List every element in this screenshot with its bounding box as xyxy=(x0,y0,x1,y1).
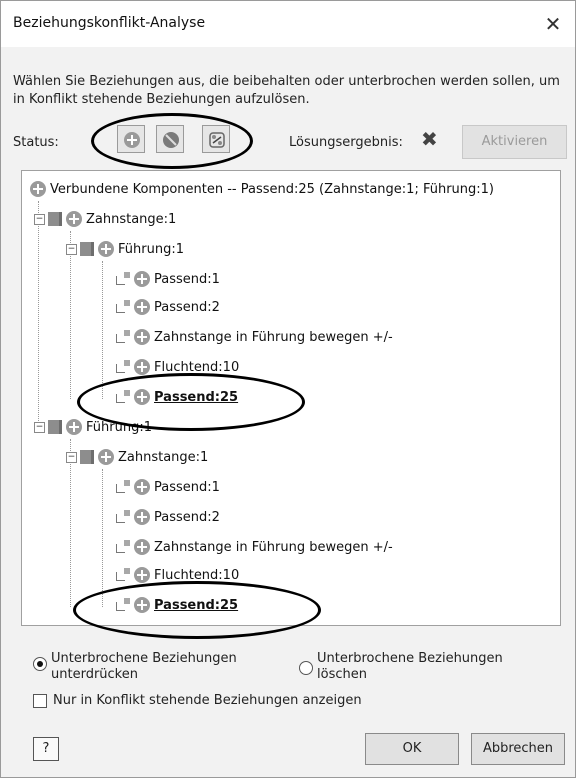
tree-item[interactable]: Zahnstange in Führung bewegen +/- xyxy=(114,535,393,559)
plus-icon xyxy=(98,449,114,465)
plus-icon xyxy=(134,479,150,495)
collapse-icon[interactable]: − xyxy=(66,244,77,255)
instruction-text: Wählen Sie Beziehungen aus, die beibehal… xyxy=(13,74,560,107)
collapse-icon[interactable]: − xyxy=(66,452,77,463)
constraint-icon xyxy=(114,359,130,375)
conflict-x-icon: ✖ xyxy=(421,127,438,151)
tree-item[interactable]: Passend:2 xyxy=(114,505,220,529)
tree-item-label: Zahnstange in Führung bewegen +/- xyxy=(154,329,393,345)
tree-item-label: Passend:1 xyxy=(154,479,220,495)
suppress-broken-radio[interactable] xyxy=(33,657,47,671)
part-icon xyxy=(48,420,62,434)
plus-icon xyxy=(66,211,82,227)
status-highlight-ellipse xyxy=(91,113,253,169)
plus-icon xyxy=(134,299,150,315)
tree-line xyxy=(38,201,39,429)
relationship-conflict-dialog: Beziehungskonflikt-Analyse ✕ Wählen Sie … xyxy=(0,0,576,778)
plus-icon xyxy=(134,271,150,287)
collapse-icon[interactable]: − xyxy=(34,422,45,433)
conflict-only-label: Nur in Konflikt stehende Beziehungen anz… xyxy=(53,693,362,708)
tree-item-label: Passend:2 xyxy=(154,299,220,315)
tree-item[interactable]: Zahnstange in Führung bewegen +/- xyxy=(114,325,393,349)
tree-node-label: Zahnstange:1 xyxy=(118,449,209,465)
tree-item[interactable]: Passend:1 xyxy=(114,475,220,499)
tree-line xyxy=(102,469,103,607)
constraint-icon xyxy=(114,509,130,525)
delete-broken-radio[interactable] xyxy=(299,661,313,675)
solution-result-label: Lösungsergebnis: xyxy=(289,135,403,150)
conflict-highlight-ellipse xyxy=(77,373,305,431)
tree-item-label: Zahnstange in Führung bewegen +/- xyxy=(154,539,393,555)
close-icon[interactable]: ✕ xyxy=(539,10,567,38)
part-icon xyxy=(80,242,94,256)
status-label: Status: xyxy=(13,135,59,150)
constraint-icon xyxy=(114,479,130,495)
radio-label-line: unterdrücken xyxy=(51,667,138,682)
conflict-highlight-ellipse xyxy=(73,581,321,639)
tree-item[interactable]: Passend:1 xyxy=(114,267,220,291)
collapse-icon[interactable]: − xyxy=(34,214,45,225)
plus-icon xyxy=(98,241,114,257)
tree-root-label: Verbundene Komponenten -- Passend:25 (Za… xyxy=(50,181,494,197)
plus-icon xyxy=(134,509,150,525)
tree-line xyxy=(70,439,71,607)
radio-label-line: löschen xyxy=(317,667,367,682)
part-icon xyxy=(48,212,62,226)
ok-button[interactable]: OK xyxy=(365,733,459,765)
constraint-icon xyxy=(114,567,130,583)
plus-icon xyxy=(134,329,150,345)
tree-node-label: Zahnstange:1 xyxy=(86,211,177,227)
tree-node-fuehrung[interactable]: Führung:1 xyxy=(80,237,184,261)
part-icon xyxy=(80,450,94,464)
cancel-button[interactable]: Abbrechen xyxy=(471,733,565,765)
constraint-icon xyxy=(114,299,130,315)
window-title: Beziehungskonflikt-Analyse xyxy=(13,15,206,31)
tree-item[interactable]: Passend:2 xyxy=(114,295,220,319)
constraint-icon xyxy=(114,539,130,555)
radio-label-line: Unterbrochene Beziehungen xyxy=(317,651,503,666)
title-bar: Beziehungskonflikt-Analyse ✕ xyxy=(1,1,575,47)
plus-icon xyxy=(66,419,82,435)
tree-root[interactable]: Verbundene Komponenten -- Passend:25 (Za… xyxy=(30,177,494,201)
constraint-icon xyxy=(114,329,130,345)
tree-node-zahnstange[interactable]: Zahnstange:1 xyxy=(80,445,208,469)
tree-item-label: Passend:1 xyxy=(154,271,220,287)
tree-node-label: Führung:1 xyxy=(118,241,184,257)
activate-button[interactable]: Aktivieren xyxy=(462,125,567,159)
constraint-icon xyxy=(114,271,130,287)
tree-line xyxy=(70,231,71,399)
help-button[interactable]: ? xyxy=(33,737,59,761)
tree-line xyxy=(102,261,103,399)
conflict-only-checkbox[interactable] xyxy=(33,694,47,708)
plus-icon xyxy=(134,539,150,555)
plus-icon xyxy=(134,359,150,375)
suppress-broken-label: Unterbrochene Beziehungen unterdrücken xyxy=(51,651,237,683)
plus-icon xyxy=(134,567,150,583)
tree-node-zahnstange[interactable]: Zahnstange:1 xyxy=(48,207,176,231)
radio-label-line: Unterbrochene Beziehungen xyxy=(51,651,237,666)
plus-icon xyxy=(30,181,46,197)
tree-item-label: Passend:2 xyxy=(154,509,220,525)
delete-broken-label: Unterbrochene Beziehungen löschen xyxy=(317,651,503,683)
